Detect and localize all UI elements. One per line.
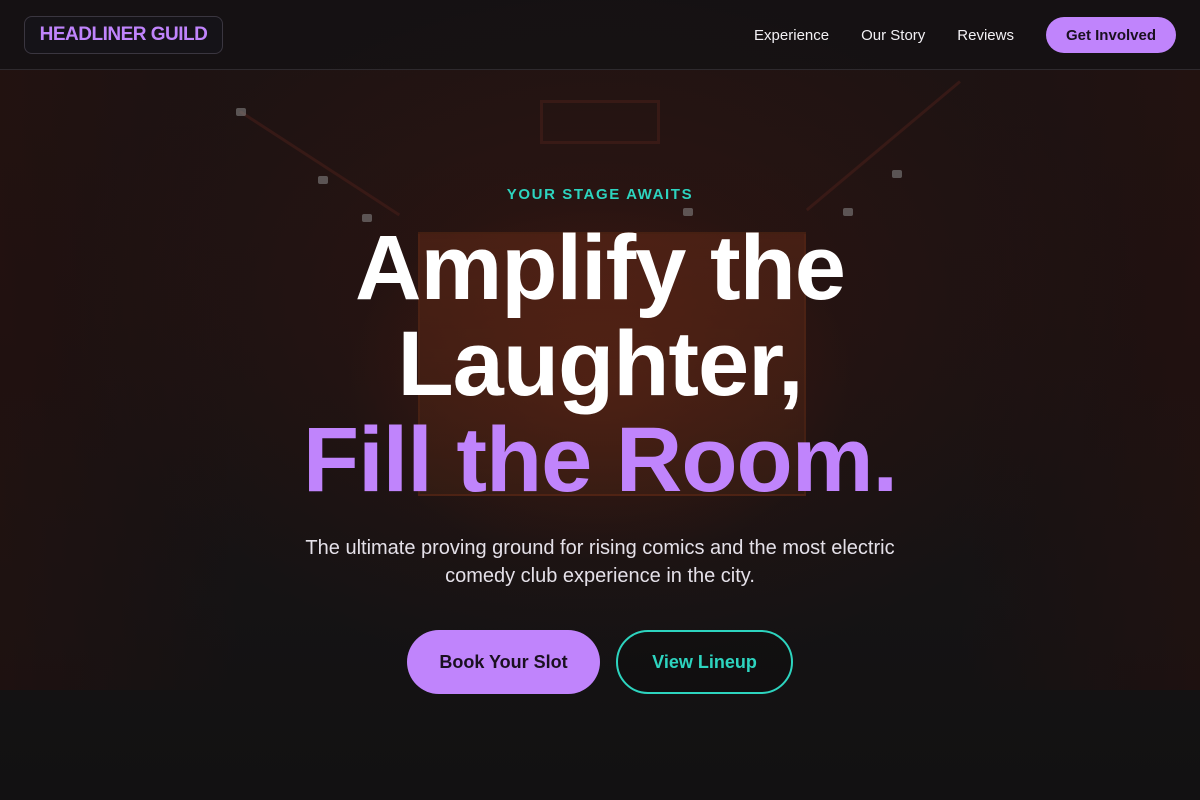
hero-section: YOUR STAGE AWAITS Amplify the Laughter, … [0, 70, 1200, 800]
hero-eyebrow: YOUR STAGE AWAITS [506, 186, 694, 203]
headline-line-2: Laughter, [397, 313, 803, 415]
nav-link-reviews[interactable]: Reviews [957, 27, 1014, 44]
view-lineup-button[interactable]: View Lineup [616, 630, 793, 694]
book-your-slot-button[interactable]: Book Your Slot [407, 630, 600, 694]
get-involved-button[interactable]: Get Involved [1045, 17, 1176, 53]
hero-subtitle: The ultimate proving ground for rising c… [305, 537, 895, 587]
main-nav: Experience Our Story Reviews Get Involve… [754, 16, 1176, 54]
nav-link-our-story[interactable]: Our Story [861, 27, 925, 44]
headline-line-1: Amplify the [355, 217, 846, 319]
site-header: HEADLINER GUILD Experience Our Story Rev… [0, 0, 1200, 70]
hero-headline: Amplify the Laughter, Fill the Room. [0, 220, 1200, 508]
nav-link-experience[interactable]: Experience [754, 27, 829, 44]
headline-accent: Fill the Room. [302, 409, 898, 511]
site-logo[interactable]: HEADLINER GUILD [24, 16, 223, 54]
hero-actions: Book Your Slot View Lineup [0, 630, 1200, 694]
